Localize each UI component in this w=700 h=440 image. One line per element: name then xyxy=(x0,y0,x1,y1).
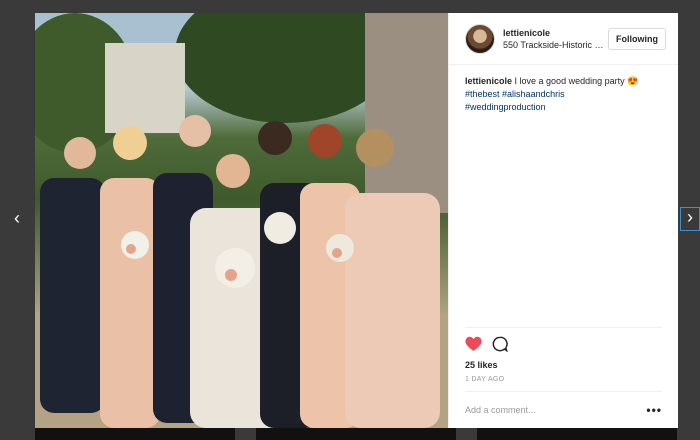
post-caption: lettienicole I love a good wedding party… xyxy=(449,65,678,327)
next-thumbnail-strip xyxy=(35,428,235,440)
heart-icon[interactable] xyxy=(465,336,482,356)
wedding-party-photo xyxy=(35,13,448,428)
comment-icon[interactable] xyxy=(492,336,509,357)
prev-post-button[interactable]: ‹ xyxy=(14,209,20,227)
post-actions: 25 likes 1 DAY AGO xyxy=(465,327,662,391)
author-username[interactable]: lettienicole xyxy=(503,28,608,38)
next-post-button[interactable]: › xyxy=(680,207,700,231)
post-modal: lettienicole 550 Trackside-Historic Venu… xyxy=(35,13,678,428)
avatar[interactable] xyxy=(465,23,495,54)
caption-text: I love a good wedding party 😍 xyxy=(514,76,639,86)
post-sidebar: lettienicole 550 Trackside-Historic Venu… xyxy=(448,13,678,428)
post-timestamp: 1 DAY AGO xyxy=(465,376,505,383)
more-icon[interactable]: ••• xyxy=(646,403,662,417)
comment-input[interactable] xyxy=(465,405,635,415)
comment-box: ••• xyxy=(465,391,662,428)
hashtag-link[interactable]: #thebest xyxy=(465,89,500,99)
post-photo xyxy=(35,13,448,428)
caption-username[interactable]: lettienicole xyxy=(465,76,512,86)
next-thumbnail-strip xyxy=(256,428,456,440)
post-header: lettienicole 550 Trackside-Historic Venu… xyxy=(449,13,678,65)
post-author: lettienicole 550 Trackside-Historic Venu… xyxy=(503,28,608,50)
hashtag-link[interactable]: #weddingproduction xyxy=(465,102,546,112)
likes-count[interactable]: 25 likes xyxy=(465,360,662,370)
hashtag-link[interactable]: #alishaandchris xyxy=(502,89,565,99)
post-location[interactable]: 550 Trackside-Historic Venue xyxy=(503,40,608,50)
next-thumbnail-strip xyxy=(477,428,677,440)
following-button[interactable]: Following xyxy=(608,27,666,50)
